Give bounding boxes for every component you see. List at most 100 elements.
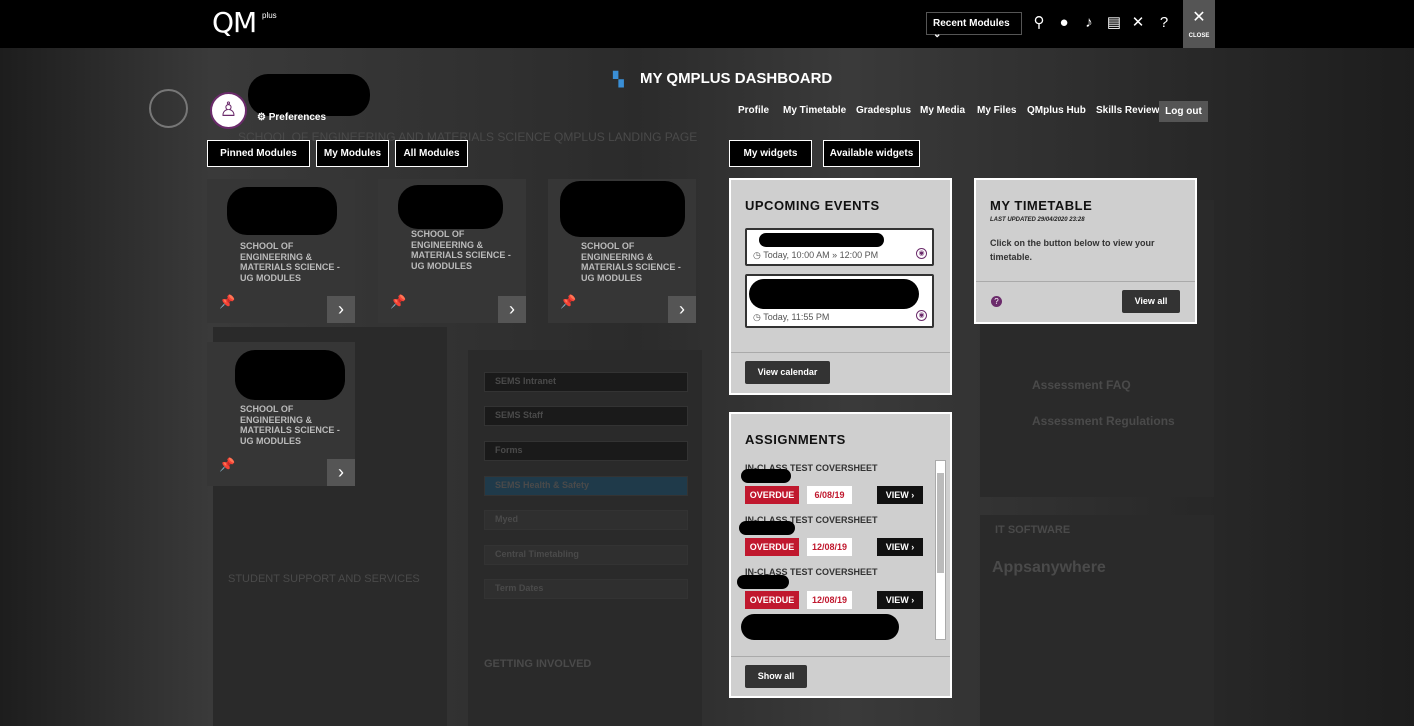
nav-profile[interactable]: Profile	[738, 105, 769, 116]
pin-icon[interactable]: 📌	[390, 294, 406, 310]
bg-link: Forms	[484, 441, 688, 461]
divider	[976, 281, 1195, 282]
view-assignment-button[interactable]: VIEW ›	[877, 538, 923, 556]
close-button[interactable]: ✕ CLOSE	[1183, 0, 1215, 48]
tab-my-modules[interactable]: My Modules	[316, 140, 389, 167]
widget-title: ASSIGNMENTS	[745, 432, 846, 447]
view-calendar-button[interactable]: View calendar	[745, 361, 830, 384]
user-picture-frame	[149, 89, 188, 128]
due-date: 6/08/19	[807, 486, 852, 504]
recent-modules-dropdown[interactable]: Recent Modules ⌄	[926, 12, 1022, 40]
chevron-right-icon[interactable]: ›	[327, 459, 355, 486]
widget-title: UPCOMING EVENTS	[745, 198, 880, 213]
view-assignment-button[interactable]: VIEW ›	[877, 486, 923, 504]
scrollbar[interactable]	[935, 460, 946, 640]
collapse-icon[interactable]: ✕	[1129, 14, 1147, 32]
nav-skills-review[interactable]: Skills Review	[1096, 105, 1159, 116]
overdue-badge: OVERDUE	[745, 591, 799, 609]
redacted-assignment	[741, 614, 899, 640]
event-time: ◷ Today, 10:00 AM » 12:00 PM	[753, 250, 879, 260]
timetable-text: Click on the button below to view your t…	[990, 238, 1155, 262]
event-item[interactable]: ◷ Today, 10:00 AM » 12:00 PM ◉	[745, 228, 934, 266]
clock-icon: ◷	[753, 250, 761, 260]
bg-link: Central Timetabling	[484, 545, 688, 565]
qmplus-logo[interactable]: QM	[212, 6, 257, 39]
redacted-module-title	[235, 350, 345, 400]
tab-my-widgets[interactable]: My widgets	[729, 140, 812, 167]
divider	[731, 656, 950, 657]
pin-icon[interactable]: 📌	[560, 294, 576, 310]
upcoming-events-widget: UPCOMING EVENTS ◷ Today, 10:00 AM » 12:0…	[729, 178, 952, 395]
redacted-module-title	[560, 181, 685, 237]
redacted-event-title	[749, 279, 919, 309]
assignments-widget: ASSIGNMENTS IN-CLASS TEST COVERSHEET OVE…	[729, 412, 952, 698]
bg-link: Term Dates	[484, 579, 688, 599]
help-icon[interactable]: ?	[991, 296, 1002, 307]
redacted-course	[739, 521, 795, 535]
bg-link: SEMS Health & Safety	[484, 476, 688, 496]
pin-icon[interactable]: 📌	[219, 457, 235, 473]
tab-all-modules[interactable]: All Modules	[395, 140, 468, 167]
due-date: 12/08/19	[807, 538, 852, 556]
event-type-icon: ◉	[916, 310, 927, 321]
module-tile[interactable]: SCHOOL OF ENGINEERING & MATERIALS SCIENC…	[207, 179, 355, 323]
chevron-right-icon[interactable]: ›	[498, 296, 526, 323]
page-title: MY QMPLUS DASHBOARD	[640, 70, 833, 87]
chat-icon[interactable]: ●	[1055, 14, 1073, 32]
event-time: ◷ Today, 11:55 PM	[753, 312, 830, 322]
clock-icon: ◷	[753, 312, 761, 322]
nav-my-files[interactable]: My Files	[977, 105, 1016, 116]
module-tile[interactable]: SCHOOL OF ENGINEERING & MATERIALS SCIENC…	[378, 179, 526, 323]
chevron-down-icon: ⌄	[933, 29, 942, 40]
support-title: STUDENT SUPPORT AND SERVICES	[228, 573, 420, 585]
tab-pinned-modules[interactable]: Pinned Modules	[207, 140, 310, 167]
help-icon[interactable]: ?	[1155, 14, 1173, 32]
logout-button[interactable]: Log out	[1159, 101, 1208, 122]
module-tile[interactable]: SCHOOL OF ENGINEERING & MATERIALS SCIENC…	[207, 342, 355, 486]
chevron-right-icon[interactable]: ›	[668, 296, 696, 323]
pin-icon[interactable]: 📌	[219, 294, 235, 310]
bell-icon[interactable]: ♪	[1080, 14, 1098, 32]
nav-my-media[interactable]: My Media	[920, 105, 965, 116]
assessment-faq-link: Assessment FAQ	[1032, 378, 1131, 392]
module-name: SCHOOL OF ENGINEERING & MATERIALS SCIENC…	[411, 229, 511, 271]
event-type-icon: ◉	[916, 248, 927, 259]
divider	[731, 352, 950, 353]
tab-available-widgets[interactable]: Available widgets	[823, 140, 920, 167]
event-item[interactable]: ◷ Today, 11:55 PM ◉	[745, 274, 934, 328]
nav-gradesplus[interactable]: Gradesplus	[856, 105, 911, 116]
widget-title: MY TIMETABLE	[990, 198, 1093, 213]
redacted-username	[248, 74, 370, 116]
avatar[interactable]: ♙	[210, 92, 247, 129]
qmplus-logo-sub: plus	[262, 11, 277, 20]
show-all-button[interactable]: Show all	[745, 665, 807, 688]
module-name: SCHOOL OF ENGINEERING & MATERIALS SCIENC…	[240, 241, 340, 283]
bg-link: Myed	[484, 510, 688, 530]
redacted-module-title	[398, 185, 503, 229]
scrollbar-thumb[interactable]	[937, 473, 944, 573]
redacted-event-title	[759, 233, 884, 247]
module-name: SCHOOL OF ENGINEERING & MATERIALS SCIENC…	[240, 404, 340, 446]
nav-my-timetable[interactable]: My Timetable	[783, 105, 846, 116]
due-date: 12/08/19	[807, 591, 852, 609]
notes-icon[interactable]: ▤	[1105, 14, 1123, 32]
view-all-button[interactable]: View all	[1122, 290, 1180, 313]
background-column-right-lower	[980, 515, 1214, 726]
close-icon: ✕	[1192, 9, 1206, 26]
redacted-course	[741, 469, 791, 483]
preferences-link[interactable]: ⚙ Preferences	[257, 112, 326, 123]
assessment-regulations-link: Assessment Regulations	[1032, 414, 1175, 428]
appsanywhere-title: Appsanywhere	[992, 559, 1106, 576]
redacted-module-title	[227, 187, 337, 235]
view-assignment-button[interactable]: VIEW ›	[877, 591, 923, 609]
dashboard-icon: ▚	[613, 71, 624, 87]
module-tile[interactable]: SCHOOL OF ENGINEERING & MATERIALS SCIENC…	[548, 179, 696, 323]
bg-link: SEMS Intranet	[484, 372, 688, 392]
search-icon[interactable]: ⚲	[1030, 14, 1048, 32]
my-timetable-widget: MY TIMETABLE LAST UPDATED 29/04/2020 23:…	[974, 178, 1197, 324]
overdue-badge: OVERDUE	[745, 538, 799, 556]
nav-qmplus-hub[interactable]: QMplus Hub	[1027, 105, 1086, 116]
redacted-course	[737, 575, 789, 589]
chevron-right-icon[interactable]: ›	[327, 296, 355, 323]
getting-involved-title: GETTING INVOLVED	[484, 658, 592, 670]
